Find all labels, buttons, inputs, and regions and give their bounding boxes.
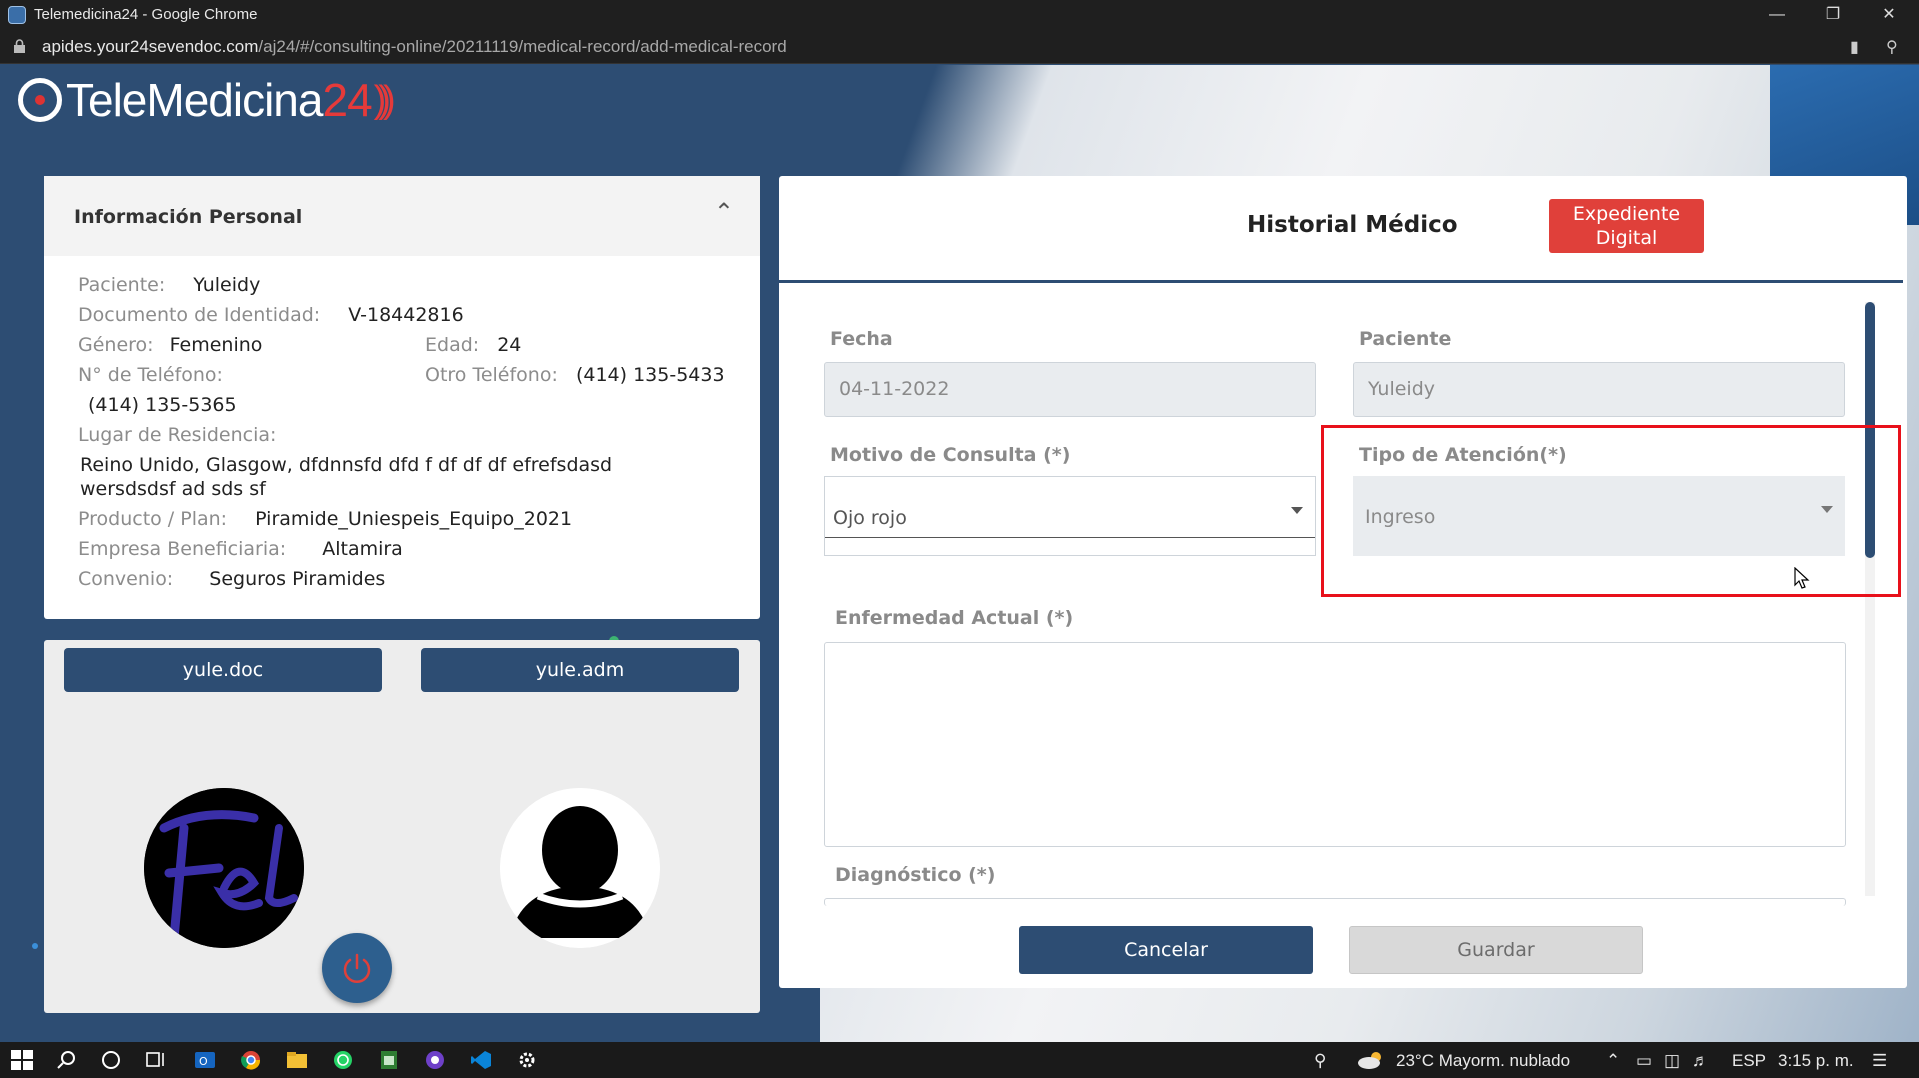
- agreement-value: Seguros Piramides: [209, 568, 386, 590]
- company-label: Empresa Beneficiaria:: [78, 538, 287, 560]
- camera-icon[interactable]: ▮: [1850, 37, 1859, 57]
- other-phone-label: Otro Teléfono:: [425, 364, 558, 386]
- logo-text: TeleMedicina: [66, 74, 323, 126]
- personal-info-title: Información Personal: [74, 206, 303, 228]
- chevron-up-icon[interactable]: ⌃: [714, 198, 734, 226]
- digital-file-label-line2: Digital: [1595, 227, 1658, 249]
- url-path: /aj24/#/consulting-online/20211119/medic…: [258, 37, 787, 56]
- save-button[interactable]: Guardar: [1349, 926, 1643, 974]
- cancel-button[interactable]: Cancelar: [1019, 926, 1313, 974]
- language-indicator[interactable]: ESP: [1732, 1051, 1766, 1071]
- admin-user-button[interactable]: yule.adm: [421, 648, 739, 692]
- notifications-icon[interactable]: ☰: [1872, 1051, 1887, 1071]
- admin-avatar: [500, 788, 660, 948]
- patient-label: Paciente:: [78, 274, 166, 296]
- residence-line1: Reino Unido, Glasgow, dfdnnsfd dfd f df …: [80, 454, 613, 476]
- end-call-button[interactable]: [322, 933, 392, 1003]
- search-icon[interactable]: [56, 1050, 78, 1070]
- reason-underline: [825, 537, 1315, 538]
- clock-time[interactable]: 3:15 p. m.: [1778, 1051, 1854, 1071]
- url-text[interactable]: apides.your24sevendoc.com/aj24/#/consult…: [42, 37, 787, 57]
- dropdown-caret-icon: [1291, 507, 1303, 514]
- age-label: Edad:: [425, 334, 480, 356]
- participants-card: yule.doc yule.adm: [44, 640, 760, 1013]
- power-icon: [343, 953, 371, 983]
- reason-select[interactable]: Ojo rojo: [824, 476, 1316, 556]
- logo-number: 24: [322, 74, 372, 126]
- cortana-icon[interactable]: [100, 1050, 122, 1070]
- doc-value: V-18442816: [348, 304, 464, 326]
- patient-field-label: Paciente: [1359, 328, 1452, 350]
- diagnosis-textarea[interactable]: [824, 898, 1846, 906]
- phone-label: N° de Teléfono:: [78, 364, 223, 386]
- key-icon[interactable]: ⚲: [1886, 37, 1898, 57]
- plan-label: Producto / Plan:: [78, 508, 228, 530]
- patient-value: Yuleidy: [193, 274, 261, 296]
- address-bar[interactable]: apides.your24sevendoc.com/aj24/#/consult…: [0, 30, 1919, 64]
- spreadsheet-icon[interactable]: [378, 1050, 400, 1070]
- windows-start-icon[interactable]: [11, 1050, 33, 1070]
- user-silhouette-icon: [500, 788, 660, 948]
- window-title: Telemedicina24 - Google Chrome: [34, 6, 258, 23]
- github-icon[interactable]: [424, 1050, 446, 1070]
- indicator-dot: [32, 943, 38, 949]
- gender-value: Femenino: [169, 334, 263, 356]
- restore-icon[interactable]: ❐: [1813, 2, 1853, 28]
- doctor-user-button[interactable]: yule.doc: [64, 648, 382, 692]
- residence-label: Lugar de Residencia:: [78, 424, 277, 446]
- reason-value: Ojo rojo: [833, 507, 907, 529]
- svg-text:O: O: [199, 1055, 208, 1068]
- minimize-icon[interactable]: —: [1757, 2, 1797, 28]
- header-divider: [779, 280, 1903, 283]
- battery-icon[interactable]: ▭: [1636, 1051, 1652, 1071]
- close-icon[interactable]: ✕: [1869, 2, 1909, 28]
- medical-record-title: Historial Médico: [1247, 212, 1458, 238]
- vscode-icon[interactable]: [470, 1050, 492, 1070]
- weather-text[interactable]: 23°C Mayorm. nublado: [1396, 1051, 1570, 1071]
- app-favicon-icon: [8, 6, 26, 24]
- age-value: 24: [497, 334, 522, 356]
- digital-file-button[interactable]: Expediente Digital: [1549, 199, 1704, 253]
- settings-gear-icon[interactable]: [516, 1050, 538, 1070]
- patient-field[interactable]: Yuleidy: [1353, 362, 1845, 417]
- weather-cloud-icon[interactable]: [1356, 1050, 1386, 1070]
- task-view-icon[interactable]: [145, 1050, 167, 1070]
- date-field[interactable]: 04-11-2022: [824, 362, 1316, 417]
- residence-line2: wersdsdsf ad sds sf: [80, 478, 266, 500]
- doctor-avatar: [144, 788, 304, 948]
- gender-label: Género:: [78, 334, 154, 356]
- reason-label: Motivo de Consulta (*): [830, 444, 1071, 466]
- plan-value: Piramide_Uniespeis_Equipo_2021: [255, 508, 573, 530]
- file-explorer-icon[interactable]: [286, 1050, 308, 1070]
- phone-value: (414) 135-5365: [88, 394, 237, 416]
- company-value: Altamira: [322, 538, 403, 560]
- diagnosis-label: Diagnóstico (*): [835, 864, 996, 886]
- current-illness-textarea[interactable]: [824, 642, 1846, 847]
- signal-waves-icon: ))): [373, 78, 396, 121]
- volume-icon[interactable]: ♬: [1692, 1051, 1709, 1071]
- doc-label: Documento de Identidad:: [78, 304, 321, 326]
- whatsapp-icon[interactable]: [332, 1050, 354, 1070]
- outlook-icon[interactable]: O: [194, 1050, 216, 1070]
- telemedicina-logo: TeleMedicina 24))): [18, 74, 396, 126]
- people-icon[interactable]: ⚲: [1314, 1051, 1326, 1071]
- lock-icon: [14, 39, 25, 53]
- agreement-label: Convenio:: [78, 568, 174, 590]
- chrome-icon[interactable]: [240, 1050, 262, 1070]
- network-icon[interactable]: ◫: [1664, 1051, 1680, 1071]
- personal-info-header[interactable]: Información Personal ⌃: [44, 176, 760, 256]
- browser-titlebar: Telemedicina24 - Google Chrome — ❐ ✕: [0, 0, 1919, 30]
- attention-type-highlight: [1321, 425, 1901, 597]
- current-illness-label: Enfermedad Actual (*): [835, 607, 1074, 629]
- url-host: apides.your24sevendoc.com: [42, 37, 259, 56]
- date-label: Fecha: [830, 328, 893, 350]
- stethoscope-logo-icon: [18, 78, 62, 122]
- doctor-avatar-image: [144, 788, 304, 948]
- windows-taskbar: O ⚲ 23°C Mayorm. nublado ⌃ ▭ ◫ ♬ ESP 3:1…: [0, 1042, 1919, 1078]
- personal-info-card: Información Personal ⌃ Paciente: Yuleidy…: [44, 176, 760, 619]
- chevron-up-tray-icon[interactable]: ⌃: [1606, 1051, 1620, 1071]
- mouse-cursor-icon: [1794, 567, 1810, 589]
- digital-file-label-line1: Expediente: [1572, 203, 1681, 225]
- other-phone-value: (414) 135-5433: [575, 364, 725, 386]
